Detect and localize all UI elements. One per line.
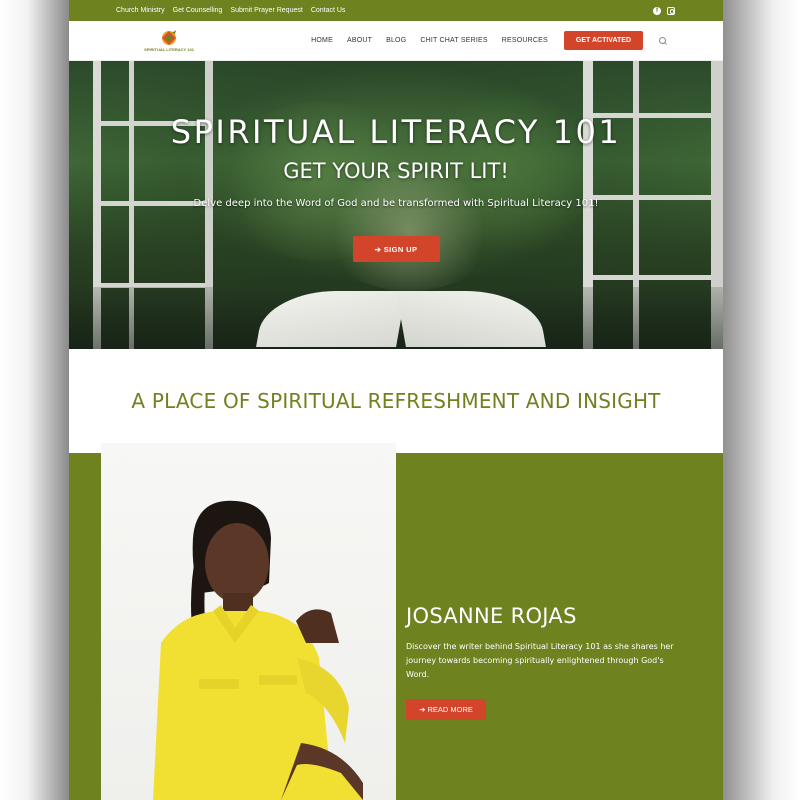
- author-description: Discover the writer behind Spiritual Lit…: [406, 642, 674, 679]
- nav-blog[interactable]: BLOG: [386, 37, 406, 44]
- social-links: f: [653, 6, 675, 15]
- top-links: Church Ministry Get Counselling Submit P…: [116, 7, 345, 14]
- site-logo[interactable]: SPIRITUAL LITERACY 101: [144, 29, 194, 52]
- hero-text: Delve deep into the Word of God and be t…: [193, 198, 599, 209]
- site-header: SPIRITUAL LITERACY 101 HOME ABOUT BLOG C…: [69, 21, 723, 61]
- author-info: JOSANNE ROJAS Discover the writer behind…: [406, 604, 686, 682]
- read-more-button[interactable]: ➔ READ MORE: [406, 699, 486, 720]
- hero-content: SPIRITUAL LITERACY 101 GET YOUR SPIRIT L…: [69, 61, 723, 349]
- author-name: JOSANNE ROJAS: [406, 604, 577, 628]
- hero-banner: SPIRITUAL LITERACY 101 GET YOUR SPIRIT L…: [69, 61, 723, 349]
- top-link-submit-prayer-request[interactable]: Submit Prayer Request: [230, 7, 302, 14]
- nav-about[interactable]: ABOUT: [347, 37, 372, 44]
- hero-title: SPIRITUAL LITERACY 101: [170, 113, 622, 151]
- hero-subtitle: GET YOUR SPIRIT LIT!: [283, 159, 509, 183]
- author-photo: [101, 443, 396, 800]
- website: Church Ministry Get Counselling Submit P…: [69, 0, 723, 800]
- get-activated-button[interactable]: GET ACTIVATED: [563, 31, 643, 50]
- logo-text: SPIRITUAL LITERACY 101: [144, 47, 194, 52]
- sign-up-button[interactable]: ➔ SIGN UP: [352, 236, 440, 262]
- nav-chit-chat-series[interactable]: CHIT CHAT SERIES: [420, 37, 487, 44]
- page-shadow-left: [0, 0, 69, 800]
- top-link-contact-us[interactable]: Contact Us: [311, 7, 346, 14]
- facebook-icon[interactable]: f: [653, 6, 661, 15]
- page-shadow-right: [723, 0, 800, 800]
- main-nav: HOME ABOUT BLOG CHIT CHAT SERIES RESOURC…: [311, 31, 667, 50]
- nav-resources[interactable]: RESOURCES: [502, 37, 548, 44]
- search-icon[interactable]: [659, 36, 667, 45]
- logo-mark-icon: [162, 30, 176, 45]
- top-bar: Church Ministry Get Counselling Submit P…: [69, 0, 723, 21]
- author-portrait-image: [153, 500, 363, 800]
- nav-home[interactable]: HOME: [311, 37, 333, 44]
- top-link-get-counselling[interactable]: Get Counselling: [173, 7, 223, 14]
- section-heading: A PLACE OF SPIRITUAL REFRESHMENT AND INS…: [131, 389, 661, 413]
- section-heading-block: A PLACE OF SPIRITUAL REFRESHMENT AND INS…: [69, 349, 723, 453]
- instagram-icon[interactable]: [667, 6, 675, 15]
- top-link-church-ministry[interactable]: Church Ministry: [116, 7, 165, 14]
